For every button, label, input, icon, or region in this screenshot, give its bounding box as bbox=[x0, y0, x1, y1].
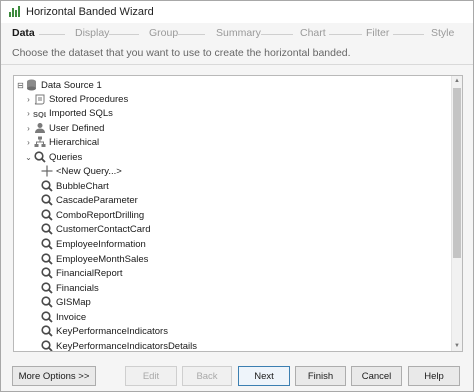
tree-node-label: Hierarchical bbox=[49, 136, 100, 148]
query-icon bbox=[40, 180, 53, 193]
scroll-icon bbox=[33, 93, 46, 106]
tree-node-label: CascadeParameter bbox=[56, 194, 138, 206]
step-summary[interactable]: Summary bbox=[216, 27, 261, 39]
tree-node-query[interactable]: BubbleChart bbox=[40, 179, 109, 193]
cancel-button[interactable]: Cancel bbox=[351, 366, 402, 386]
user-icon bbox=[33, 122, 46, 135]
tree-node-data-source[interactable]: ⊟ Data Source 1 bbox=[16, 78, 102, 92]
query-icon bbox=[40, 209, 53, 222]
tree-node-query[interactable]: EmployeeMonthSales bbox=[40, 252, 148, 266]
plus-icon bbox=[40, 165, 53, 178]
tree-node-query[interactable]: CascadeParameter bbox=[40, 193, 138, 207]
query-icon bbox=[40, 311, 53, 324]
step-style[interactable]: Style bbox=[431, 27, 454, 39]
expand-icon[interactable]: › bbox=[24, 124, 33, 133]
scroll-up-icon[interactable]: ▲ bbox=[452, 76, 462, 86]
step-filter[interactable]: Filter bbox=[366, 27, 389, 39]
tree-node-query[interactable]: ComboReportDrilling bbox=[40, 208, 144, 222]
collapse-icon[interactable]: ⌄ bbox=[24, 153, 33, 162]
tree-node-label: Queries bbox=[49, 151, 83, 163]
query-icon bbox=[40, 340, 53, 351]
query-icon bbox=[40, 194, 53, 207]
tree-node-query[interactable]: FinancialReport bbox=[40, 266, 123, 280]
window-title: Horizontal Banded Wizard bbox=[26, 6, 154, 18]
tree-node-query[interactable]: KeyPerformanceIndicatorsDetails bbox=[40, 339, 197, 352]
tree-node-label: Stored Procedures bbox=[49, 93, 129, 105]
tree-node-query[interactable]: Invoice bbox=[40, 310, 86, 324]
more-options-button[interactable]: More Options >> bbox=[12, 366, 96, 386]
hierarchy-icon bbox=[33, 136, 46, 149]
tree-node-label: KeyPerformanceIndicators bbox=[56, 325, 168, 337]
expand-icon[interactable]: › bbox=[24, 95, 33, 104]
finish-button[interactable]: Finish bbox=[295, 366, 346, 386]
tree-node-queries[interactable]: ⌄ Queries bbox=[24, 150, 82, 164]
wizard-window: Horizontal Banded Wizard Data Display Gr… bbox=[0, 0, 474, 392]
tree-node-query[interactable]: Financials bbox=[40, 281, 99, 295]
tree-node-label: Data Source 1 bbox=[41, 79, 102, 91]
tree-node-query[interactable]: GISMap bbox=[40, 295, 91, 309]
tree-node-query[interactable]: CustomerContactCard bbox=[40, 222, 151, 236]
app-chart-icon bbox=[8, 6, 20, 18]
expand-icon[interactable]: › bbox=[24, 138, 33, 147]
step-instructions: Choose the dataset that you want to use … bbox=[12, 47, 351, 59]
database-icon bbox=[25, 79, 38, 92]
tree-node-label: User Defined bbox=[49, 122, 105, 134]
tree-node-query[interactable]: EmployeeInformation bbox=[40, 237, 146, 251]
tree-node-stored-procedures[interactable]: › Stored Procedures bbox=[24, 92, 128, 106]
query-icon bbox=[40, 238, 53, 251]
query-icon bbox=[33, 151, 46, 164]
tree-node-user-defined[interactable]: › User Defined bbox=[24, 121, 104, 135]
help-button[interactable]: Help bbox=[408, 366, 460, 386]
title-bar: Horizontal Banded Wizard bbox=[1, 1, 473, 23]
tree-node-label: BubbleChart bbox=[56, 180, 109, 192]
tree-node-new-query[interactable]: <New Query...> bbox=[40, 164, 122, 178]
next-button[interactable]: Next bbox=[238, 366, 290, 386]
sql-icon: SQL bbox=[33, 107, 46, 120]
expand-icon[interactable]: › bbox=[24, 109, 33, 118]
tree-node-label: FinancialReport bbox=[56, 267, 123, 279]
query-icon bbox=[40, 267, 53, 280]
tree-node-imported-sqls[interactable]: › SQL Imported SQLs bbox=[24, 106, 113, 120]
step-data[interactable]: Data bbox=[12, 27, 35, 39]
query-icon bbox=[40, 223, 53, 236]
tree-node-label: Invoice bbox=[56, 311, 87, 323]
query-icon bbox=[40, 253, 53, 266]
wizard-steps: Data Display Group Summary Chart Filter … bbox=[1, 25, 473, 41]
tree-vertical-scrollbar[interactable]: ▲ ▼ bbox=[451, 76, 462, 351]
tree-node-label: CustomerContactCard bbox=[56, 223, 151, 235]
step-group[interactable]: Group bbox=[149, 27, 178, 39]
collapse-icon[interactable]: ⊟ bbox=[16, 81, 25, 90]
tree-node-label: Financials bbox=[56, 282, 99, 294]
header-divider bbox=[1, 64, 473, 65]
tree-node-query[interactable]: KeyPerformanceIndicators bbox=[40, 324, 168, 338]
button-bar: More Options >> Edit Back Next Finish Ca… bbox=[1, 363, 473, 386]
tree-node-label: KeyPerformanceIndicatorsDetails bbox=[56, 340, 197, 352]
back-button[interactable]: Back bbox=[182, 366, 232, 386]
edit-button[interactable]: Edit bbox=[125, 366, 177, 386]
query-icon bbox=[40, 325, 53, 338]
tree-node-label: EmployeeMonthSales bbox=[56, 253, 149, 265]
tree-node-label: GISMap bbox=[56, 296, 91, 308]
dataset-tree[interactable]: ⊟ Data Source 1 › Stored Procedures › SQ… bbox=[13, 75, 463, 352]
tree-node-label: ComboReportDrilling bbox=[56, 209, 145, 221]
tree-node-hierarchical[interactable]: › Hierarchical bbox=[24, 135, 99, 149]
scroll-down-icon[interactable]: ▼ bbox=[452, 341, 462, 351]
tree-node-label: EmployeeInformation bbox=[56, 238, 146, 250]
step-display[interactable]: Display bbox=[75, 27, 109, 39]
svg-text:SQL: SQL bbox=[33, 110, 46, 118]
step-chart[interactable]: Chart bbox=[300, 27, 326, 39]
tree-node-label: Imported SQLs bbox=[49, 107, 113, 119]
tree-node-label: <New Query...> bbox=[56, 165, 122, 177]
query-icon bbox=[40, 296, 53, 309]
scrollbar-thumb[interactable] bbox=[453, 88, 461, 258]
query-icon bbox=[40, 282, 53, 295]
